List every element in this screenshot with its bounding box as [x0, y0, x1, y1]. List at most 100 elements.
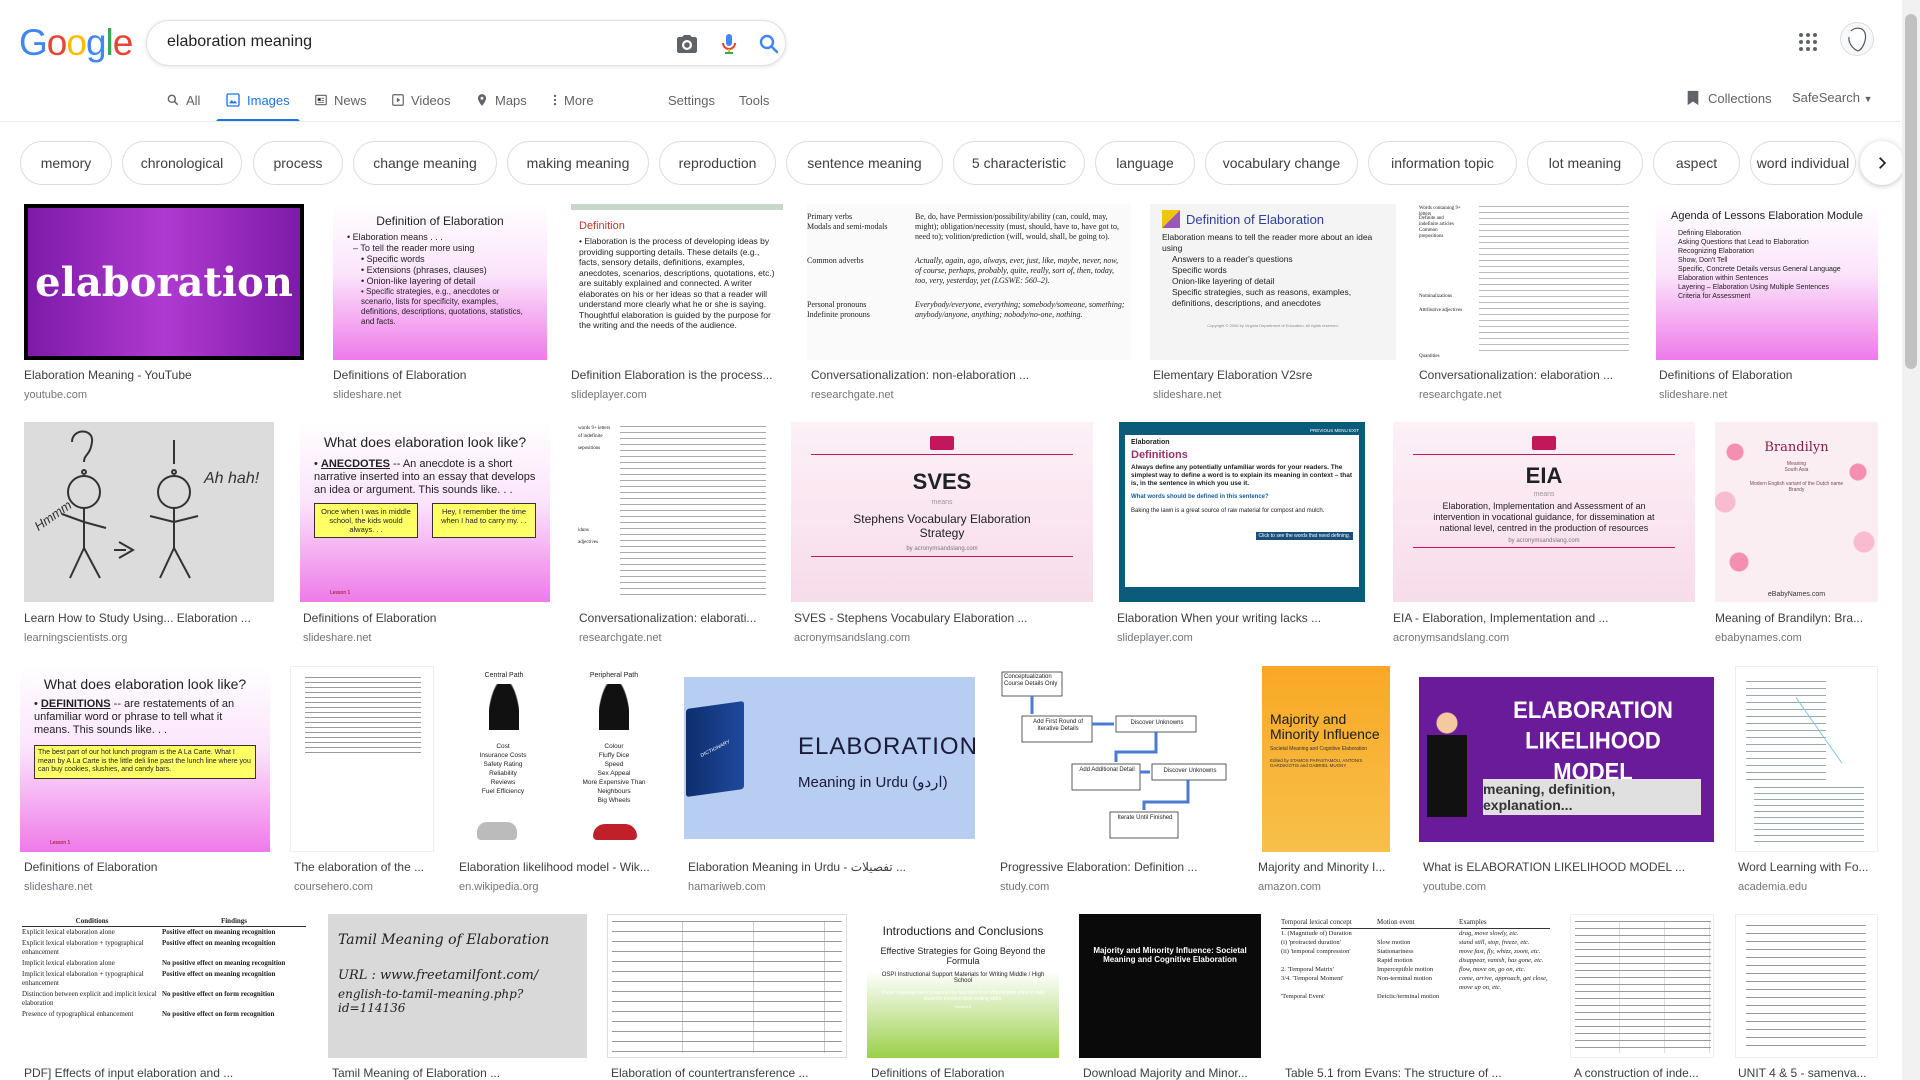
- chip[interactable]: memory: [20, 141, 112, 185]
- chip[interactable]: vocabulary change: [1205, 141, 1358, 185]
- result-source[interactable]: researchgate.net: [1419, 389, 1629, 401]
- result-thumbnail[interactable]: Tamil Meaning of Elaboration URL : www.f…: [328, 914, 587, 1058]
- result-thumbnail[interactable]: Brandilyn Meaning South Asia Modern Engl…: [1715, 422, 1878, 602]
- result-title[interactable]: Conversationalization: non-elaboration .…: [811, 368, 1131, 382]
- chip[interactable]: reproduction: [659, 141, 776, 185]
- tab-maps[interactable]: Maps: [475, 90, 527, 110]
- result-title[interactable]: Conversationalization: elaboration ...: [1419, 368, 1629, 382]
- result-title[interactable]: Conversationalization: elaborati...: [579, 611, 770, 625]
- result-thumbnail[interactable]: What does elaboration look like? • DEFIN…: [20, 666, 270, 852]
- tab-images[interactable]: Images: [225, 90, 290, 110]
- result-thumbnail[interactable]: DICTIONARY ELABORATION Meaning in Urdu (…: [684, 677, 975, 839]
- google-logo[interactable]: Google: [19, 24, 133, 62]
- result-title[interactable]: Majority and Minority I...: [1258, 860, 1394, 874]
- result-thumbnail[interactable]: Definition • Elaboration is the process …: [571, 204, 783, 360]
- result-source[interactable]: youtube.com: [1423, 881, 1714, 893]
- result-thumbnail[interactable]: Central Path Peripheral Path Cost Insuran…: [455, 666, 663, 852]
- result-title[interactable]: Elaboration of countertransference ...: [611, 1066, 847, 1080]
- result-thumbnail[interactable]: Majority and Minority Influence Societal…: [1262, 666, 1390, 852]
- result-source[interactable]: hamariweb.com: [688, 881, 975, 893]
- result-thumbnail[interactable]: Conditions Findings Explicit lexical ela…: [20, 914, 308, 1058]
- result-title[interactable]: Definition Elaboration is the process...: [571, 368, 783, 382]
- result-source[interactable]: acronymsandslang.com: [1393, 632, 1695, 644]
- result-title[interactable]: Learn How to Study Using... Elaboration …: [24, 611, 274, 625]
- chip[interactable]: aspect: [1653, 141, 1740, 185]
- result-thumbnail[interactable]: Hmmm Ah hah!: [24, 422, 274, 602]
- tab-all[interactable]: All: [166, 90, 200, 110]
- result-title[interactable]: Definitions of Elaboration: [871, 1066, 1059, 1080]
- result-title[interactable]: UNIT 4 & 5 - samenva...: [1738, 1066, 1878, 1080]
- result-source[interactable]: learningscientists.org: [24, 632, 274, 644]
- scrollbar-thumb[interactable]: [1905, 14, 1917, 369]
- result-thumbnail[interactable]: SVES means Stephens Vocabulary Elaborati…: [791, 422, 1093, 602]
- chip[interactable]: chronological: [122, 141, 242, 185]
- result-source[interactable]: coursehero.com: [294, 881, 434, 893]
- result-thumbnail[interactable]: Words containing 9+ letters Definite and…: [1419, 204, 1633, 360]
- result-source[interactable]: slideshare.net: [1153, 389, 1396, 401]
- result-title[interactable]: What is ELABORATION LIKELIHOOD MODEL ...: [1423, 860, 1714, 874]
- result-title[interactable]: Tamil Meaning of Elaboration ...: [332, 1066, 587, 1080]
- result-thumbnail[interactable]: [1735, 666, 1878, 852]
- result-title[interactable]: Definitions of Elaboration: [303, 611, 550, 625]
- search-input[interactable]: elaboration meaning: [167, 33, 312, 51]
- result-source[interactable]: researchgate.net: [579, 632, 770, 644]
- safesearch-dropdown[interactable]: SafeSearch ▼: [1792, 90, 1872, 105]
- chips-next-button[interactable]: [1860, 141, 1904, 185]
- result-thumbnail[interactable]: elaboration: [24, 204, 304, 360]
- result-title[interactable]: Table 5.1 from Evans: The structure of .…: [1285, 1066, 1550, 1080]
- result-source[interactable]: slideshare.net: [303, 632, 550, 644]
- avatar[interactable]: [1840, 22, 1874, 56]
- result-title[interactable]: Definitions of Elaboration: [24, 860, 270, 874]
- tab-news[interactable]: News: [314, 90, 367, 110]
- chip[interactable]: change meaning: [353, 141, 497, 185]
- result-title[interactable]: Elaboration likelihood model - Wik...: [459, 860, 663, 874]
- result-source[interactable]: researchgate.net: [811, 389, 1131, 401]
- result-source[interactable]: slideplayer.com: [1117, 632, 1365, 644]
- result-title[interactable]: Elaboration When your writing lacks ...: [1117, 611, 1365, 625]
- result-thumbnail[interactable]: words 9+ letters of indefinite sepositio…: [576, 422, 770, 602]
- tools-link[interactable]: Tools: [739, 90, 769, 110]
- result-source[interactable]: study.com: [1000, 881, 1234, 893]
- chip[interactable]: lot meaning: [1527, 141, 1643, 185]
- tab-more[interactable]: More: [552, 90, 594, 110]
- microphone-icon[interactable]: [717, 32, 741, 56]
- result-thumbnail[interactable]: ELABORATION LIKELIHOOD MODEL meaning, de…: [1419, 677, 1714, 842]
- chip[interactable]: word individual: [1750, 141, 1856, 185]
- result-thumbnail[interactable]: PREVIOUS MENU EXIT Elaboration Definitio…: [1119, 422, 1365, 602]
- result-title[interactable]: Definitions of Elaboration: [1659, 368, 1878, 382]
- result-title[interactable]: SVES - Stephens Vocabulary Elaboration .…: [794, 611, 1093, 625]
- result-thumbnail[interactable]: Definition of Elaboration Elaboration me…: [1150, 204, 1396, 360]
- result-source[interactable]: slideshare.net: [333, 389, 547, 401]
- chip[interactable]: 5 characteristic: [953, 141, 1085, 185]
- chip[interactable]: sentence meaning: [786, 141, 943, 185]
- result-thumbnail[interactable]: EIA means Elaboration, Implementation an…: [1393, 422, 1695, 602]
- settings-link[interactable]: Settings: [668, 90, 715, 110]
- result-title[interactable]: Definitions of Elaboration: [333, 368, 547, 382]
- result-title[interactable]: EIA - Elaboration, Implementation and ..…: [1393, 611, 1695, 625]
- chip[interactable]: process: [253, 141, 343, 185]
- result-title[interactable]: Elementary Elaboration V2sre: [1153, 368, 1396, 382]
- camera-icon[interactable]: [675, 32, 699, 56]
- result-title[interactable]: Word Learning with Fo...: [1738, 860, 1878, 874]
- chip[interactable]: language: [1095, 141, 1195, 185]
- result-thumbnail[interactable]: Introductions and Conclusions Effective …: [867, 914, 1059, 1058]
- result-thumbnail[interactable]: Definition of Elaboration • Elaboration …: [333, 204, 547, 360]
- tab-videos[interactable]: Videos: [391, 90, 451, 110]
- result-title[interactable]: A construction of inde...: [1574, 1066, 1714, 1080]
- apps-grid-icon[interactable]: [1796, 30, 1820, 54]
- chip[interactable]: making meaning: [507, 141, 649, 185]
- result-thumbnail[interactable]: [1570, 914, 1714, 1058]
- result-thumbnail[interactable]: What does elaboration look like? • ANECD…: [300, 422, 550, 602]
- result-title[interactable]: Progressive Elaboration: Definition ...: [1000, 860, 1234, 874]
- result-source[interactable]: en.wikipedia.org: [459, 881, 663, 893]
- result-title[interactable]: Elaboration Meaning in Urdu - تفصیلات ..…: [688, 860, 975, 874]
- result-source[interactable]: slideplayer.com: [571, 389, 783, 401]
- result-thumbnail[interactable]: [607, 914, 847, 1058]
- result-title[interactable]: Download Majority and Minor...: [1083, 1066, 1261, 1080]
- result-thumbnail[interactable]: Agenda of Lessons Elaboration Module Def…: [1656, 204, 1878, 360]
- result-source[interactable]: amazon.com: [1258, 881, 1394, 893]
- collections-link[interactable]: Collections: [1686, 90, 1772, 106]
- result-thumbnail[interactable]: [290, 666, 434, 852]
- result-source[interactable]: ebabynames.com: [1715, 632, 1878, 644]
- result-thumbnail[interactable]: Primary verbs Modals and semi-modals Be,…: [807, 204, 1131, 360]
